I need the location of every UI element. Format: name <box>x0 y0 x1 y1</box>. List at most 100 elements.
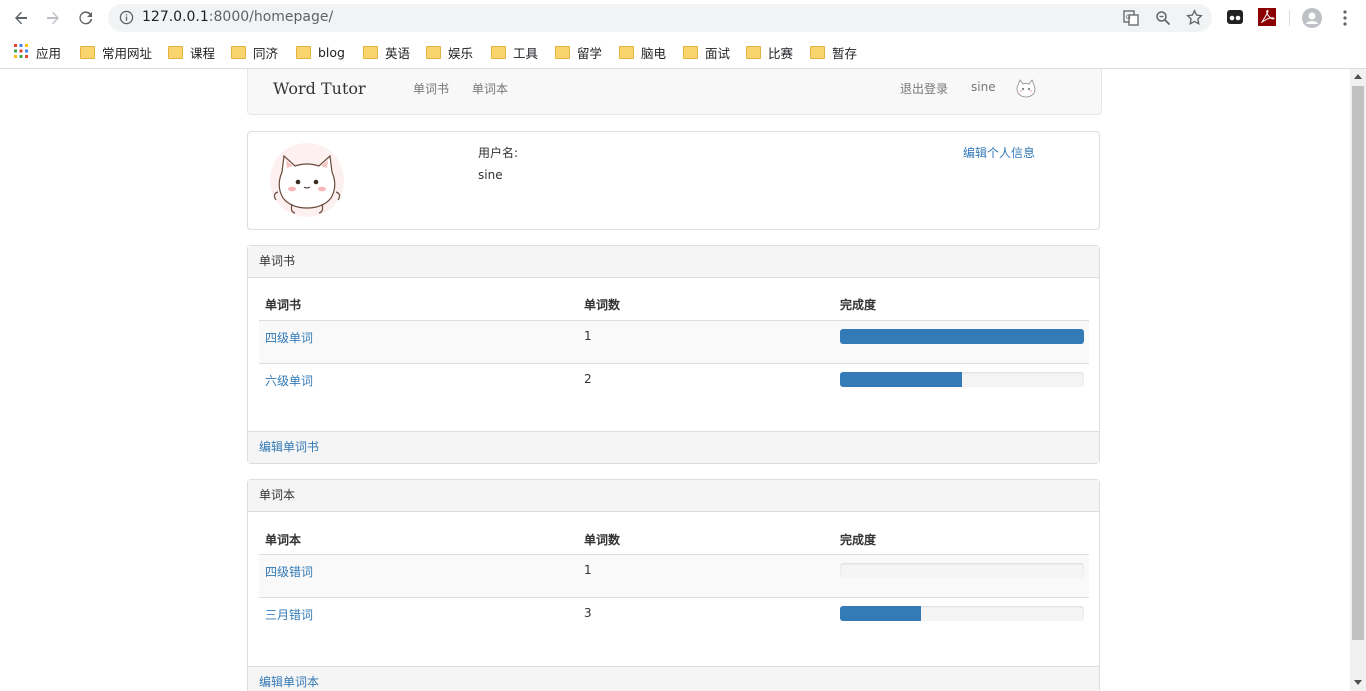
progress-fill <box>840 606 921 621</box>
wordbook-link[interactable]: 四级单词 <box>265 329 313 346</box>
folder-icon <box>231 45 246 59</box>
bookmark-label: blog <box>318 44 345 60</box>
folder-icon <box>683 45 698 59</box>
apps-grid-icon <box>14 43 28 61</box>
bookmark-folder[interactable]: 面试 <box>683 42 730 62</box>
notebook-link[interactable]: 三月错词 <box>265 606 313 623</box>
progress-bar <box>840 606 1084 621</box>
bookmark-label: 娱乐 <box>448 45 474 61</box>
folder-icon <box>491 45 506 59</box>
nav-link-wordbooks[interactable]: 单词书 <box>413 80 449 97</box>
bookmark-folder[interactable]: 娱乐 <box>426 42 473 62</box>
url-text: 127.0.0.1:8000/homepage/ <box>142 9 334 25</box>
bookmark-label: 常用网址 <box>102 45 153 61</box>
bookmark-apps[interactable]: 应用 <box>14 42 61 62</box>
vertical-scrollbar[interactable] <box>1350 69 1366 691</box>
wordbooks-panel: 单词书 单词书 单词数 完成度 四级单词 1 六级单词 2 编辑单词书 <box>247 245 1100 464</box>
column-header: 单词数 <box>584 533 621 547</box>
bookmark-folder[interactable]: 课程 <box>168 42 215 62</box>
folder-icon <box>810 45 825 59</box>
profile-avatar-icon[interactable] <box>1302 8 1322 28</box>
address-bar[interactable]: 127.0.0.1:8000/homepage/ G <box>108 4 1212 32</box>
extension-icon[interactable] <box>1226 8 1244 26</box>
bookmark-folder[interactable]: 暂存 <box>810 42 857 62</box>
avatar-small[interactable] <box>1015 78 1037 100</box>
column-header: 完成度 <box>840 298 877 312</box>
word-count: 3 <box>584 606 592 620</box>
column-header: 单词数 <box>584 298 621 312</box>
table-row: 四级单词 1 <box>259 321 1089 363</box>
avatar <box>268 142 346 220</box>
folder-icon <box>426 45 441 59</box>
brand-logo[interactable]: Word Tutor <box>273 79 366 98</box>
reload-icon[interactable] <box>75 7 97 29</box>
bookmark-folder[interactable]: 脑电 <box>619 42 666 62</box>
bookmark-label: 应用 <box>36 45 62 61</box>
wordbooks-panel-heading: 单词书 <box>248 246 1099 278</box>
folder-icon <box>619 45 634 59</box>
bookmark-label: 英语 <box>385 45 411 61</box>
info-icon[interactable] <box>119 10 134 28</box>
progress-bar <box>840 372 1084 387</box>
folder-icon <box>80 45 95 59</box>
column-header: 单词书 <box>265 298 302 312</box>
folder-icon <box>363 45 378 59</box>
bookmark-label: 脑电 <box>641 45 667 61</box>
scroll-down-arrow-icon[interactable] <box>1354 680 1362 685</box>
word-count: 1 <box>584 563 592 577</box>
bookmark-label: 比赛 <box>768 45 794 61</box>
edit-profile-link[interactable]: 编辑个人信息 <box>963 144 1035 161</box>
back-icon[interactable] <box>10 7 32 29</box>
notebooks-panel-heading: 单词本 <box>248 480 1099 512</box>
folder-icon <box>555 45 570 59</box>
edit-notebooks-link[interactable]: 编辑单词本 <box>259 675 319 689</box>
svg-text:G: G <box>1126 14 1131 21</box>
page-content: Word Tutor 单词书 单词本 退出登录 sine 用户名: sine 编… <box>0 69 1350 691</box>
pdf-extension-icon[interactable] <box>1258 8 1276 26</box>
menu-kebab-icon[interactable] <box>1336 9 1354 27</box>
progress-fill <box>840 372 962 387</box>
logout-link[interactable]: 退出登录 <box>900 80 948 97</box>
bookmark-folder[interactable]: 留学 <box>555 42 602 62</box>
username-value: sine <box>478 168 503 182</box>
column-header: 完成度 <box>840 533 877 547</box>
scroll-up-arrow-icon[interactable] <box>1354 74 1362 79</box>
bookmark-star-icon[interactable] <box>1186 9 1203 29</box>
progress-bar <box>840 563 1084 578</box>
nav-username[interactable]: sine <box>971 80 996 94</box>
scrollbar-thumb[interactable] <box>1352 86 1364 640</box>
bookmark-folder[interactable]: 同济 <box>231 42 278 62</box>
bookmark-label: 同济 <box>253 45 279 61</box>
bookmark-label: 课程 <box>190 45 216 61</box>
forward-icon[interactable] <box>42 7 64 29</box>
notebook-link[interactable]: 四级错词 <box>265 563 313 580</box>
table-row: 四级错词 1 <box>259 555 1089 597</box>
zoom-icon[interactable] <box>1155 10 1171 29</box>
bookmark-label: 面试 <box>705 45 731 61</box>
folder-icon <box>168 45 183 59</box>
bookmark-folder[interactable]: blog <box>296 42 345 62</box>
notebooks-panel: 单词本 单词本 单词数 完成度 四级错词 1 三月错词 3 编辑单词本 <box>247 479 1100 691</box>
wordbook-link[interactable]: 六级单词 <box>265 372 313 389</box>
table-row: 六级单词 2 <box>259 364 1089 406</box>
profile-panel: 用户名: sine 编辑个人信息 <box>247 131 1100 230</box>
folder-icon <box>296 45 311 59</box>
bookmark-folder[interactable]: 工具 <box>491 42 538 62</box>
edit-wordbooks-link[interactable]: 编辑单词书 <box>259 440 319 454</box>
progress-bar <box>840 329 1084 344</box>
bookmark-label: 留学 <box>577 45 603 61</box>
notebooks-panel-footer: 编辑单词本 <box>248 666 1099 691</box>
bookmarks-bar: 应用 常用网址 课程 同济 blog 英语 娱乐 工具 留学 脑电 面试 比赛 … <box>0 36 1366 69</box>
wordbooks-panel-footer: 编辑单词书 <box>248 431 1099 463</box>
bookmark-folder[interactable]: 比赛 <box>746 42 793 62</box>
folder-icon <box>746 45 761 59</box>
browser-toolbar: 127.0.0.1:8000/homepage/ G <box>0 0 1366 36</box>
bookmark-label: 暂存 <box>832 45 858 61</box>
bookmark-folder[interactable]: 英语 <box>363 42 410 62</box>
bookmark-label: 工具 <box>513 45 539 61</box>
translate-icon[interactable]: G <box>1123 10 1139 29</box>
site-navbar: Word Tutor 单词书 单词本 退出登录 sine <box>247 69 1102 115</box>
nav-link-notebooks[interactable]: 单词本 <box>472 80 508 97</box>
bookmark-folder[interactable]: 常用网址 <box>80 42 152 62</box>
word-count: 2 <box>584 372 592 386</box>
